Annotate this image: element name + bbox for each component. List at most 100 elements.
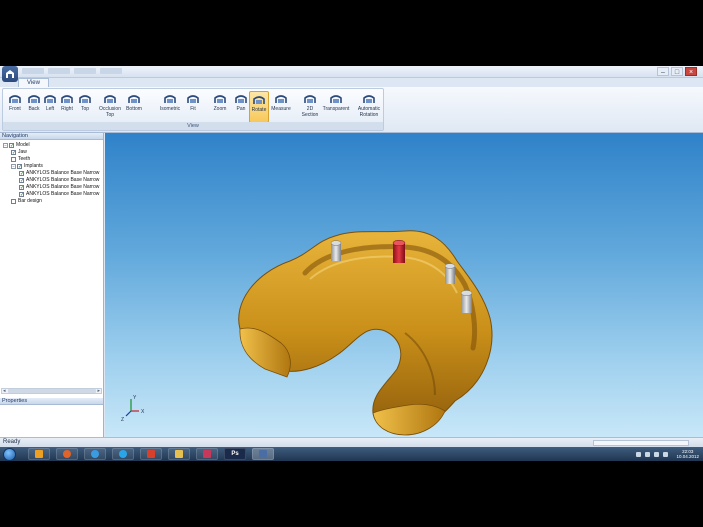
visibility-checkbox[interactable]: ✓: [19, 185, 24, 191]
clock[interactable]: 22:03 10.04.2012: [676, 449, 699, 459]
ribbon-button-right[interactable]: Right: [57, 91, 77, 123]
jaw-model-render[interactable]: X Y Z: [105, 133, 703, 437]
model-tree: − ✓ Model ✓ Jaw Teeth − ✓ Implants ✓ ANKYLOS Balan…: [0, 140, 103, 205]
paint-icon[interactable]: [196, 448, 218, 460]
tree-node-label: Model: [16, 142, 30, 148]
ribbon-button-measure[interactable]: Measure: [271, 91, 291, 123]
dental-app-icon[interactable]: [252, 448, 274, 460]
minimize-button[interactable]: –: [657, 67, 669, 76]
view-cube-icon: [104, 95, 116, 103]
implant-selected: [392, 239, 406, 263]
visibility-checkbox[interactable]: [11, 157, 16, 162]
scroll-left-icon[interactable]: ◂: [3, 388, 6, 394]
tree-node[interactable]: ✓ Jaw: [0, 149, 103, 156]
windows-taskbar: Ps 22:03 10.04.2012: [0, 447, 703, 461]
ribbon-button-label: Bottom: [126, 106, 142, 112]
3d-viewport[interactable]: X Y Z: [105, 133, 703, 437]
close-button[interactable]: ×: [685, 67, 697, 76]
tree-node[interactable]: ✓ ANKYLOS Balance Base Narrow: [0, 191, 103, 198]
expand-icon[interactable]: −: [11, 164, 16, 169]
ribbon-button-label: Isometric: [159, 106, 181, 112]
media-player-icon[interactable]: [28, 448, 50, 460]
ribbon-button-rotate[interactable]: Rotate: [249, 91, 269, 123]
scroll-right-icon[interactable]: ▸: [97, 388, 100, 394]
ribbon-button-automatic-rotation[interactable]: Automatic Rotation: [354, 91, 384, 123]
qat-slot[interactable]: [74, 68, 96, 74]
tray-arrow-icon[interactable]: [636, 451, 642, 457]
tree-node[interactable]: ✓ ANKYLOS Balance Base Narrow: [0, 177, 103, 184]
tree-node[interactable]: Bar design: [0, 198, 103, 205]
firefox-icon[interactable]: [56, 448, 78, 460]
tree-horizontal-scrollbar[interactable]: ◂ ▸: [1, 388, 102, 394]
tree-node[interactable]: Teeth: [0, 156, 103, 163]
tree-node-label: ANKYLOS Balance Base Narrow: [26, 184, 100, 190]
tree-node[interactable]: − ✓ Implants: [0, 163, 103, 170]
visibility-checkbox[interactable]: ✓: [17, 164, 22, 170]
expand-icon[interactable]: −: [3, 143, 8, 148]
view-cube-icon: [214, 95, 226, 103]
network-icon[interactable]: [654, 451, 660, 457]
tree-node[interactable]: ✓ ANKYLOS Balance Base Narrow: [0, 170, 103, 177]
ribbon-button-label: Left: [45, 106, 55, 112]
tree-node[interactable]: ✓ ANKYLOS Balance Base Narrow: [0, 184, 103, 191]
application-window: – □ × View Front Back Left Right Top Occlusio…: [0, 66, 703, 461]
visibility-checkbox[interactable]: ✓: [19, 192, 24, 198]
navigation-header: Navigation: [0, 133, 103, 140]
ie-icon[interactable]: [84, 448, 106, 460]
ribbon-button-label: Back: [28, 106, 40, 112]
ribbon-button-zoom[interactable]: Zoom: [210, 91, 230, 123]
ribbon-group-label: View: [3, 122, 383, 130]
ribbon-button-top[interactable]: Top: [75, 91, 95, 123]
ribbon-button-fit[interactable]: Fit: [183, 91, 203, 123]
ribbon-button-bottom[interactable]: Bottom: [124, 91, 144, 123]
ribbon-button-label: Occlusion Top: [99, 106, 121, 118]
ribbon-button-pan[interactable]: Pan: [231, 91, 251, 123]
office-icon[interactable]: [140, 448, 162, 460]
window-controls: – □ ×: [657, 67, 697, 76]
ribbon-button-occlusion-top[interactable]: Occlusion Top: [95, 91, 125, 123]
visibility-checkbox[interactable]: ✓: [19, 178, 24, 184]
view-cube-icon: [253, 96, 265, 104]
clock-date: 10.04.2012: [676, 454, 699, 459]
photoshop-icon[interactable]: Ps: [224, 448, 246, 460]
tree-node-label: ANKYLOS Balance Base Narrow: [26, 170, 100, 176]
volume-icon[interactable]: [663, 451, 669, 457]
ribbon-button-label: Measure: [271, 106, 291, 112]
qat-slot[interactable]: [48, 68, 70, 74]
tab-view[interactable]: View: [18, 78, 49, 87]
flag-icon[interactable]: [645, 451, 651, 457]
implant-1: [330, 240, 342, 261]
view-cube-icon: [44, 95, 56, 103]
folder-icon[interactable]: [168, 448, 190, 460]
view-cube-icon: [330, 95, 342, 103]
visibility-checkbox[interactable]: ✓: [19, 171, 24, 177]
view-cube-icon: [275, 95, 287, 103]
ribbon-button-label: Front: [9, 106, 21, 112]
ribbon-button-isometric[interactable]: Isometric: [155, 91, 185, 123]
ribbon-button-front[interactable]: Front: [5, 91, 25, 123]
visibility-checkbox[interactable]: [11, 199, 16, 204]
properties-header: Properties: [0, 398, 103, 405]
quick-access-toolbar: [22, 68, 122, 74]
tree-node[interactable]: − ✓ Model: [0, 142, 103, 149]
view-cube-icon: [164, 95, 176, 103]
maximize-button[interactable]: □: [671, 67, 683, 76]
implant-4: [460, 290, 473, 313]
view-cube-icon: [235, 95, 247, 103]
skype-icon[interactable]: [112, 448, 134, 460]
visibility-checkbox[interactable]: ✓: [9, 143, 14, 149]
view-cube-icon: [128, 95, 140, 103]
qat-slot[interactable]: [100, 68, 122, 74]
view-cube-icon: [28, 95, 40, 103]
visibility-checkbox[interactable]: ✓: [11, 150, 16, 156]
view-cube-icon: [79, 95, 91, 103]
tree-node-label: Bar design: [18, 198, 42, 204]
qat-slot[interactable]: [22, 68, 44, 74]
ribbon-button-label: Pan: [236, 106, 246, 112]
scroll-thumb[interactable]: [8, 389, 96, 393]
tree-node-label: ANKYLOS Balance Base Narrow: [26, 191, 100, 197]
start-icon[interactable]: [3, 448, 16, 461]
ribbon-button-transparent[interactable]: Transparent: [321, 91, 351, 123]
tree-node-label: Jaw: [18, 149, 27, 155]
axis-z-label: Z: [121, 417, 124, 423]
